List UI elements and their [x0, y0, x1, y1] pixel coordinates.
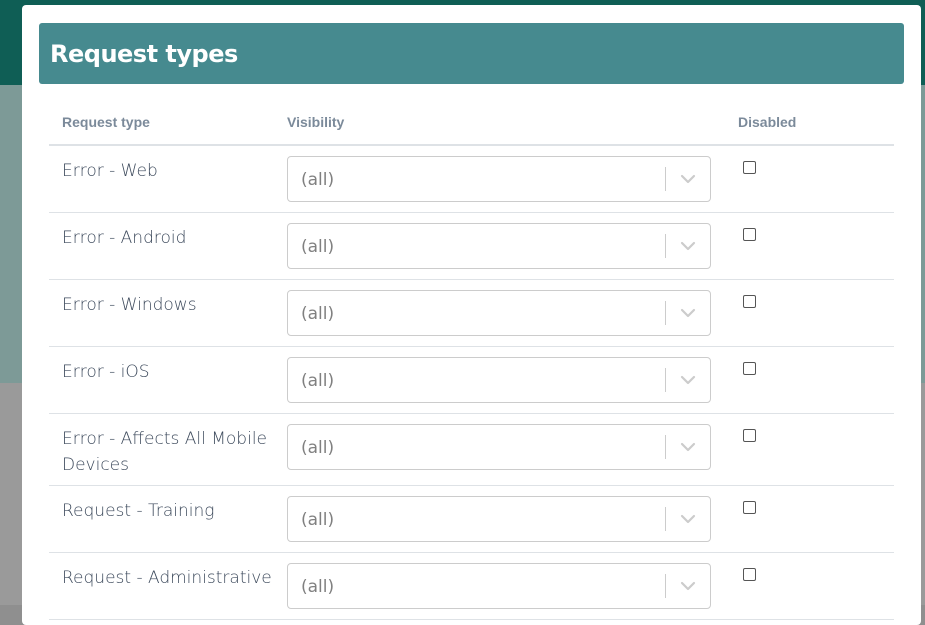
table-header: Request type Visibility Disabled	[49, 105, 894, 146]
visibility-select-value: (all)	[301, 237, 335, 257]
table-row: Request - Training (all)	[49, 486, 894, 553]
chevron-down-icon[interactable]	[678, 439, 698, 455]
request-type-label: Error - Web	[62, 161, 158, 181]
disabled-checkbox[interactable]	[743, 501, 756, 514]
visibility-select-value: (all)	[301, 304, 335, 324]
chevron-down-icon[interactable]	[678, 511, 698, 527]
request-type-label: Error - iOS	[62, 362, 150, 382]
visibility-select[interactable]: (all)	[287, 156, 711, 202]
column-header-disabled: Disabled	[738, 114, 797, 130]
request-type-label: Error - Windows	[62, 295, 197, 315]
disabled-checkbox[interactable]	[743, 362, 756, 375]
visibility-select-value: (all)	[301, 371, 335, 391]
visibility-select-value: (all)	[301, 577, 335, 597]
table-row: Error - Windows (all)	[49, 280, 894, 347]
visibility-select[interactable]: (all)	[287, 290, 711, 336]
visibility-select[interactable]: (all)	[287, 563, 711, 609]
modal-header: Request types	[39, 23, 904, 84]
visibility-select[interactable]: (all)	[287, 424, 711, 470]
select-separator	[665, 301, 666, 325]
select-separator	[665, 368, 666, 392]
visibility-select-value: (all)	[301, 170, 335, 190]
chevron-down-icon[interactable]	[678, 238, 698, 254]
column-header-visibility: Visibility	[287, 114, 345, 130]
select-separator	[665, 507, 666, 531]
visibility-select[interactable]: (all)	[287, 223, 711, 269]
table-row: Request - Administrative (all)	[49, 553, 894, 620]
disabled-checkbox[interactable]	[743, 429, 756, 442]
request-type-label: Request - Administrative	[62, 568, 272, 588]
disabled-checkbox[interactable]	[743, 161, 756, 174]
disabled-checkbox[interactable]	[743, 228, 756, 241]
table-body: Error - Web (all) Error - Android (all) Erro…	[49, 146, 894, 620]
request-type-label: Request - Training	[62, 501, 215, 521]
disabled-checkbox[interactable]	[743, 568, 756, 581]
select-separator	[665, 435, 666, 459]
chevron-down-icon[interactable]	[678, 171, 698, 187]
visibility-select[interactable]: (all)	[287, 357, 711, 403]
disabled-checkbox[interactable]	[743, 295, 756, 308]
request-type-label: Error - Affects All Mobile Devices	[62, 429, 267, 475]
table-row: Error - Android (all)	[49, 213, 894, 280]
request-types-modal: Request types Request type Visibility Di…	[22, 5, 921, 625]
chevron-down-icon[interactable]	[678, 305, 698, 321]
chevron-down-icon[interactable]	[678, 372, 698, 388]
table-row: Error - Affects All Mobile Devices (all)	[49, 414, 894, 486]
chevron-down-icon[interactable]	[678, 578, 698, 594]
select-separator	[665, 167, 666, 191]
modal-title: Request types	[50, 39, 238, 68]
request-types-table: Request type Visibility Disabled Error -…	[49, 105, 894, 620]
select-separator	[665, 574, 666, 598]
table-row: Error - iOS (all)	[49, 347, 894, 414]
visibility-select-value: (all)	[301, 510, 335, 530]
visibility-select-value: (all)	[301, 438, 335, 458]
visibility-select[interactable]: (all)	[287, 496, 711, 542]
request-type-label: Error - Android	[62, 228, 187, 248]
table-row: Error - Web (all)	[49, 146, 894, 213]
select-separator	[665, 234, 666, 258]
column-header-request-type: Request type	[62, 114, 150, 130]
